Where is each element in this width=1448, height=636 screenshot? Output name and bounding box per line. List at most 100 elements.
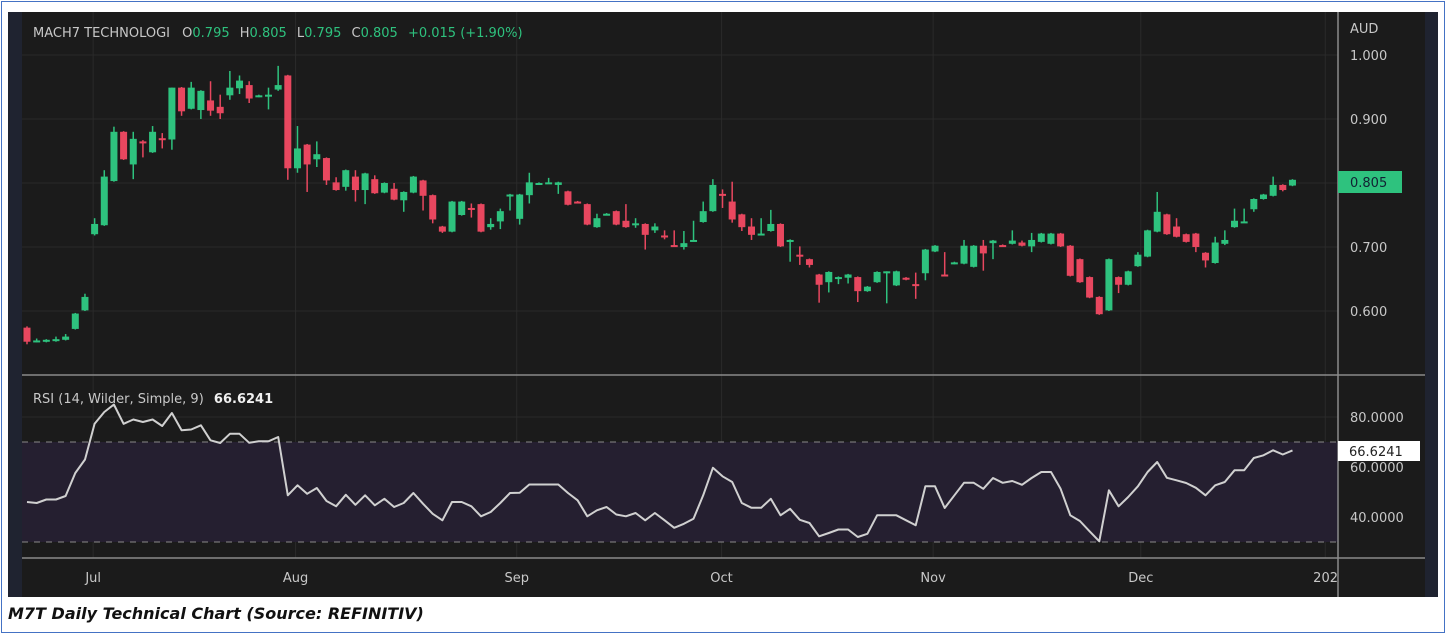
candle-body xyxy=(661,235,669,238)
candle-down xyxy=(1066,245,1074,277)
candle-body xyxy=(670,245,678,248)
high-label: H xyxy=(240,26,250,41)
candle-body xyxy=(1105,259,1113,311)
candle-body xyxy=(970,245,978,267)
candle-body xyxy=(313,154,321,160)
candle-up xyxy=(1259,193,1267,200)
candle-body xyxy=(728,201,736,220)
candle-body xyxy=(748,226,755,235)
rsi-overbought-oversold-band xyxy=(22,442,1338,542)
candle-body xyxy=(1028,239,1036,247)
candle-body xyxy=(680,243,688,247)
candle-body xyxy=(458,201,466,215)
candle-down xyxy=(284,74,292,180)
candle-body xyxy=(1192,233,1200,247)
candle-down xyxy=(1095,296,1103,315)
candle-body xyxy=(265,94,272,97)
price-tick-label: 0.700 xyxy=(1350,241,1387,256)
candle-body xyxy=(612,211,620,225)
candle-body xyxy=(216,106,224,114)
last-price-label: 0.805 xyxy=(1350,176,1387,191)
candle-body xyxy=(1250,199,1258,210)
candle-body xyxy=(487,223,495,228)
symbol-name: MACH7 TECHNOLOGI xyxy=(33,26,170,41)
candle-up xyxy=(1047,232,1055,245)
candle-body xyxy=(574,201,582,204)
candle-up xyxy=(380,182,388,194)
candle-body xyxy=(1076,259,1084,283)
candle-body xyxy=(207,100,215,111)
candle-body xyxy=(1037,233,1045,242)
open-value: 0.795 xyxy=(192,26,229,41)
currency-label: AUD xyxy=(1350,22,1378,37)
candle-body xyxy=(1240,221,1248,224)
candle-body xyxy=(342,170,350,187)
candle-body xyxy=(448,201,456,232)
candle-body xyxy=(71,313,79,329)
candle-up xyxy=(1037,232,1045,243)
candle-up xyxy=(110,126,118,182)
rsi-tick-label: 60.0000 xyxy=(1350,461,1404,476)
technical-chart: 1.000 0.900 0.700 0.600 80.0000 60.0000 40.00… xyxy=(8,12,1438,597)
candle-body xyxy=(709,184,717,212)
candle-body xyxy=(950,262,958,265)
low-value: 0.795 xyxy=(304,26,341,41)
candle-body xyxy=(1182,234,1190,242)
candle-body xyxy=(496,211,504,222)
candle-body xyxy=(1086,277,1094,298)
candle-body xyxy=(854,277,862,292)
rsi-tick-label: 80.0000 xyxy=(1350,411,1404,426)
candle-body xyxy=(979,245,987,254)
candle-up xyxy=(409,175,417,194)
candle-body xyxy=(120,131,128,160)
candle-body xyxy=(1279,184,1287,191)
candle-up xyxy=(873,271,881,283)
candle-down xyxy=(429,194,437,224)
close-label: C xyxy=(352,26,361,41)
candle-body xyxy=(351,176,359,191)
candle-body xyxy=(467,207,475,210)
candle-body xyxy=(825,271,833,283)
change-value: +0.015 (+1.90%) xyxy=(408,26,523,41)
candle-body xyxy=(42,339,50,342)
candle-body xyxy=(844,274,852,278)
candle-body xyxy=(603,213,611,216)
candle-up xyxy=(71,312,79,330)
candle-up xyxy=(1144,229,1152,258)
candle-body xyxy=(883,271,891,274)
candle-body xyxy=(834,277,842,280)
candle-body xyxy=(931,245,939,252)
candle-body xyxy=(197,90,205,111)
candle-body xyxy=(1153,211,1161,232)
candle-down xyxy=(1086,276,1094,299)
candle-body xyxy=(477,204,485,232)
candle-body xyxy=(545,182,553,185)
candle-body xyxy=(583,204,591,225)
candle-up xyxy=(931,245,939,253)
candle-body xyxy=(1231,220,1238,228)
candle-down xyxy=(564,190,572,206)
candle-body xyxy=(1269,184,1277,196)
candle-down xyxy=(583,203,591,226)
candle-down xyxy=(477,203,485,233)
candle-down xyxy=(120,131,128,160)
price-tick-label: 0.900 xyxy=(1350,113,1387,128)
candle-body xyxy=(1018,242,1026,246)
time-tick-label: Dec xyxy=(1128,571,1153,586)
rsi-tick-label: 40.0000 xyxy=(1350,511,1404,526)
price-tick-label: 1.000 xyxy=(1350,49,1387,64)
candle-body xyxy=(409,176,417,193)
time-tick-label: Aug xyxy=(283,571,308,586)
candle-body xyxy=(110,131,118,182)
candle-body xyxy=(1173,226,1181,237)
candle-up xyxy=(1124,270,1132,286)
candle-body xyxy=(1124,271,1132,285)
candle-body xyxy=(236,80,244,89)
candle-down xyxy=(1076,258,1084,283)
candle-body xyxy=(902,277,910,280)
candle-body xyxy=(419,180,427,196)
candle-body xyxy=(863,286,871,292)
candle-body xyxy=(757,233,765,236)
candle-body xyxy=(1288,179,1296,186)
candle-body xyxy=(921,249,929,274)
